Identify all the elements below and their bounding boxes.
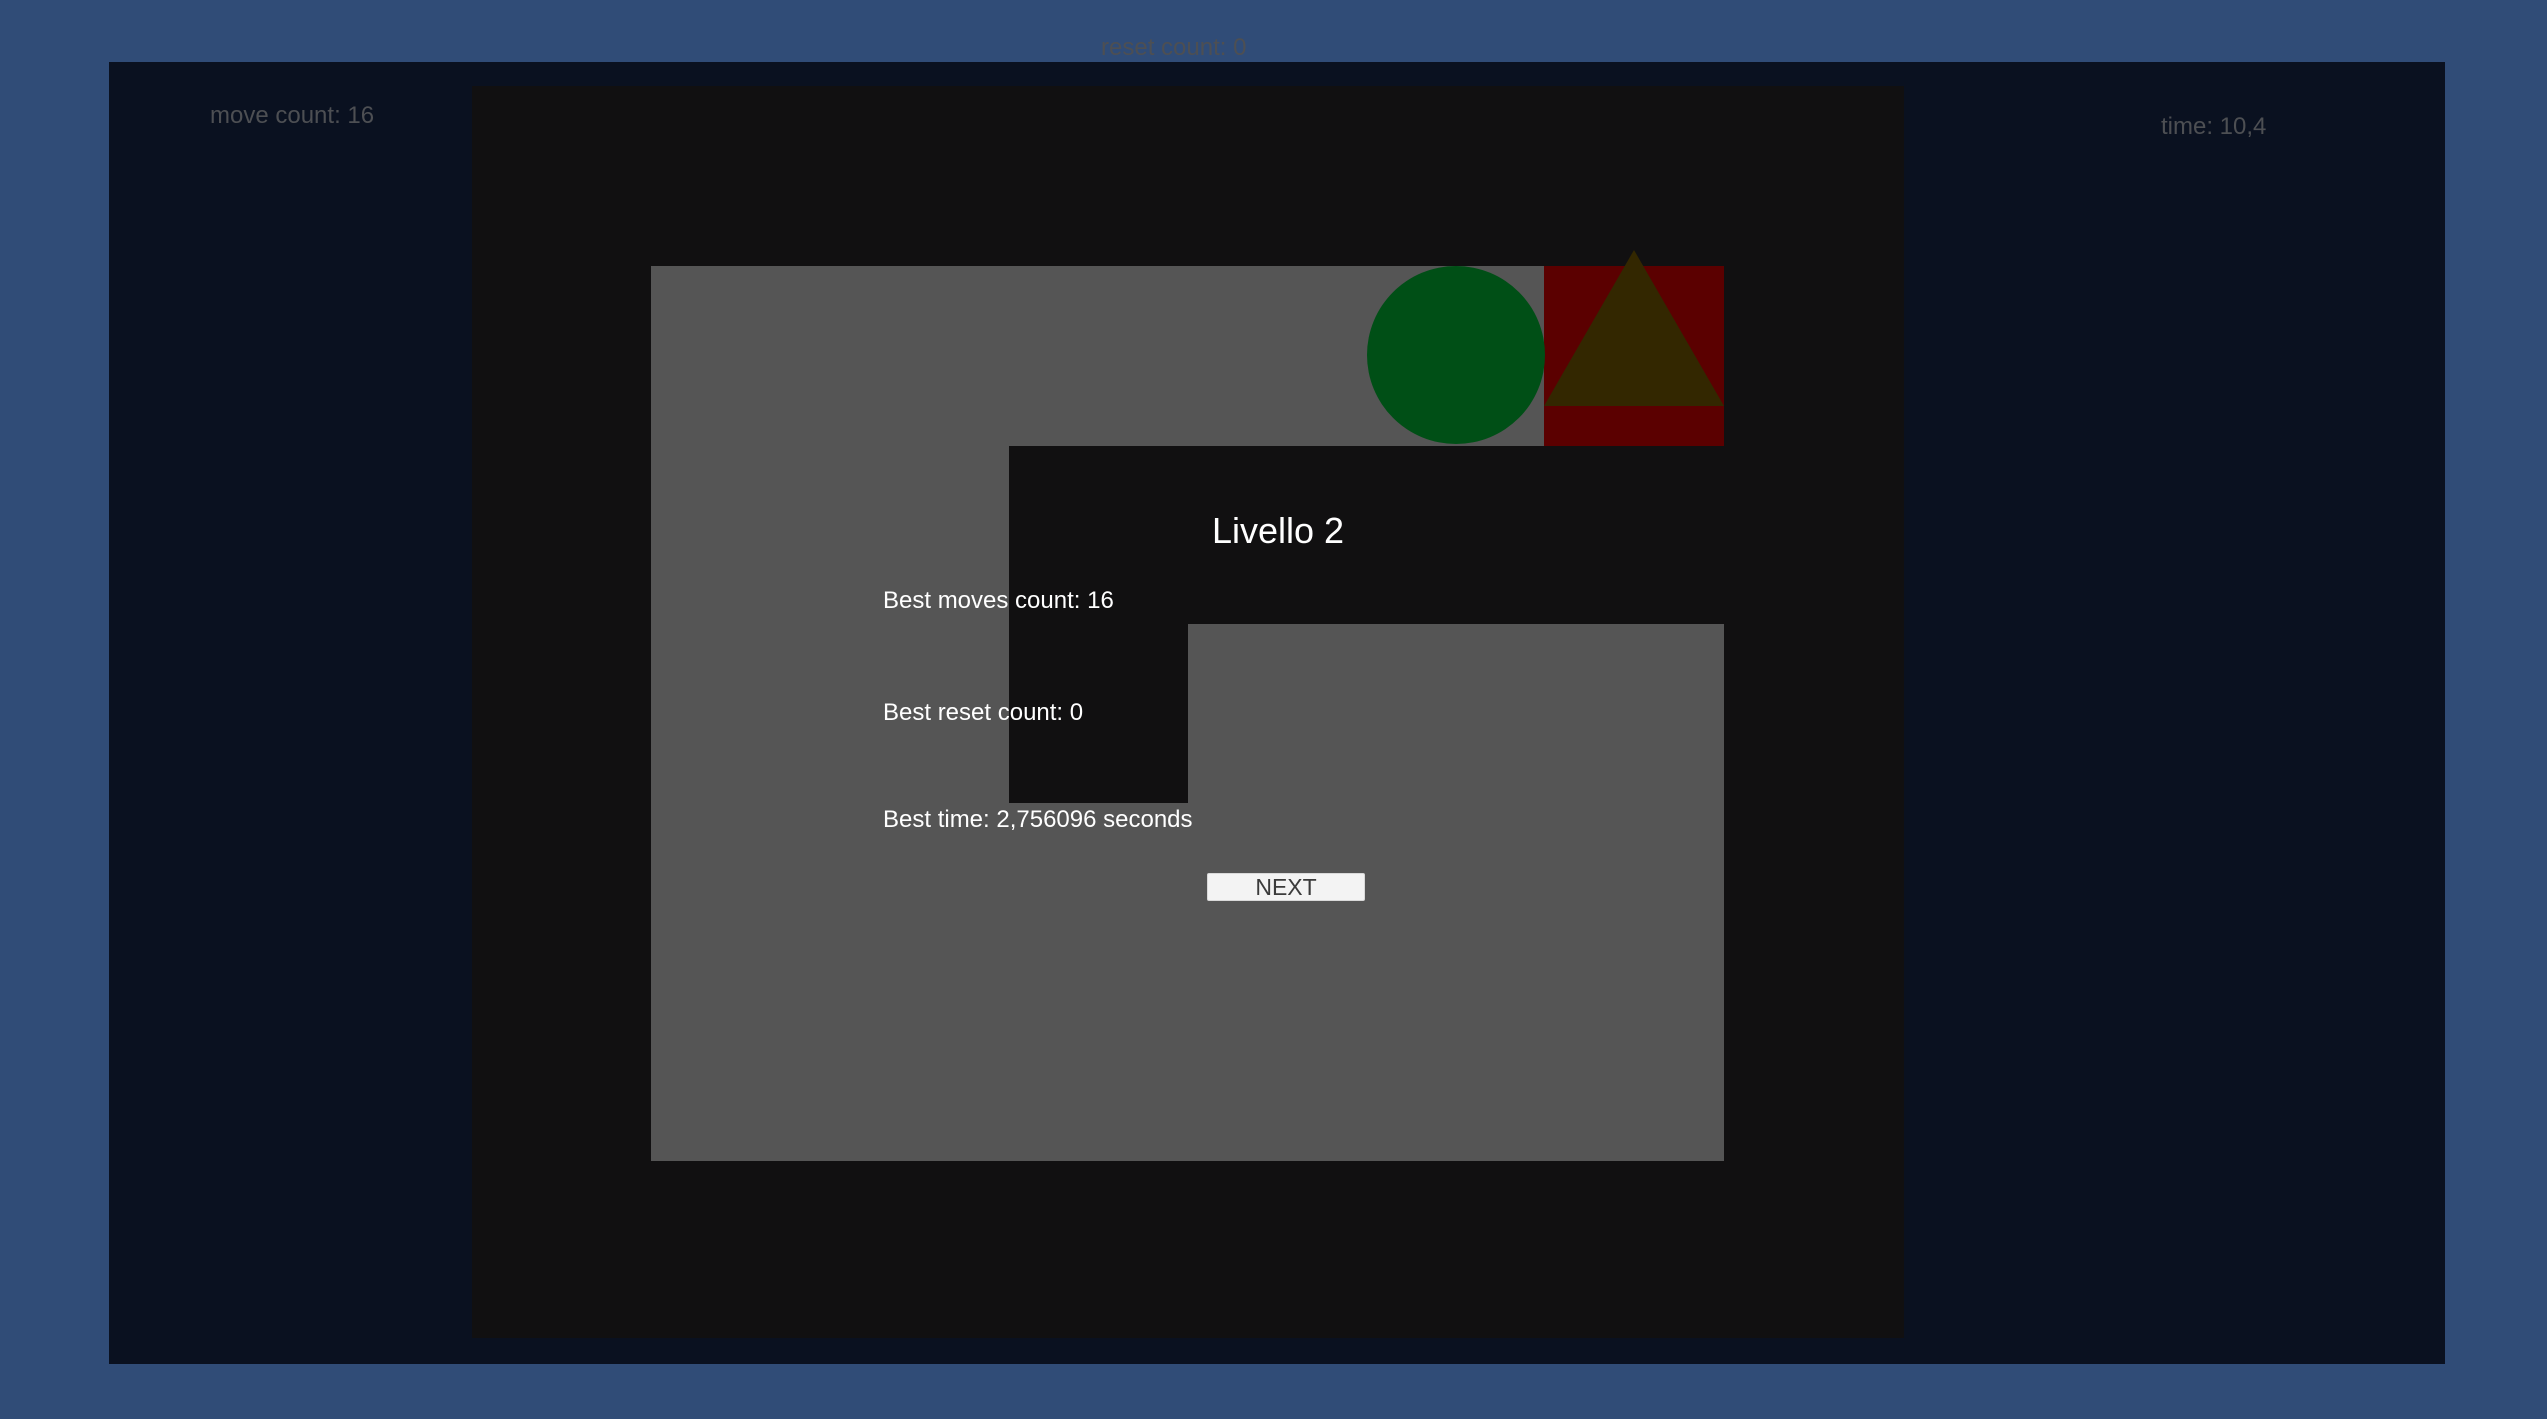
floor-tile-right-block	[1188, 624, 1724, 803]
level-title: Livello 2	[1212, 510, 1345, 551]
next-button[interactable]: NEXT	[1207, 873, 1365, 901]
triangle-icon	[1544, 250, 1724, 406]
reset-count-label: reset count: 0	[1101, 34, 1247, 61]
best-time: Best time: 2,756096 seconds	[883, 806, 1193, 833]
green-circle-icon	[1367, 266, 1545, 444]
time-label: time: 10,4	[2161, 113, 2267, 140]
floor-tile-left-column	[651, 446, 1009, 1161]
best-reset-count: Best reset count: 0	[883, 699, 1084, 726]
triangle-icon-shape	[1544, 250, 1724, 406]
wall-block-upper	[1009, 446, 1724, 624]
move-count-label: move count: 16	[210, 102, 375, 129]
floor-tile-bottom-row	[1009, 803, 1724, 1161]
best-moves-count: Best moves count: 16	[883, 587, 1114, 614]
